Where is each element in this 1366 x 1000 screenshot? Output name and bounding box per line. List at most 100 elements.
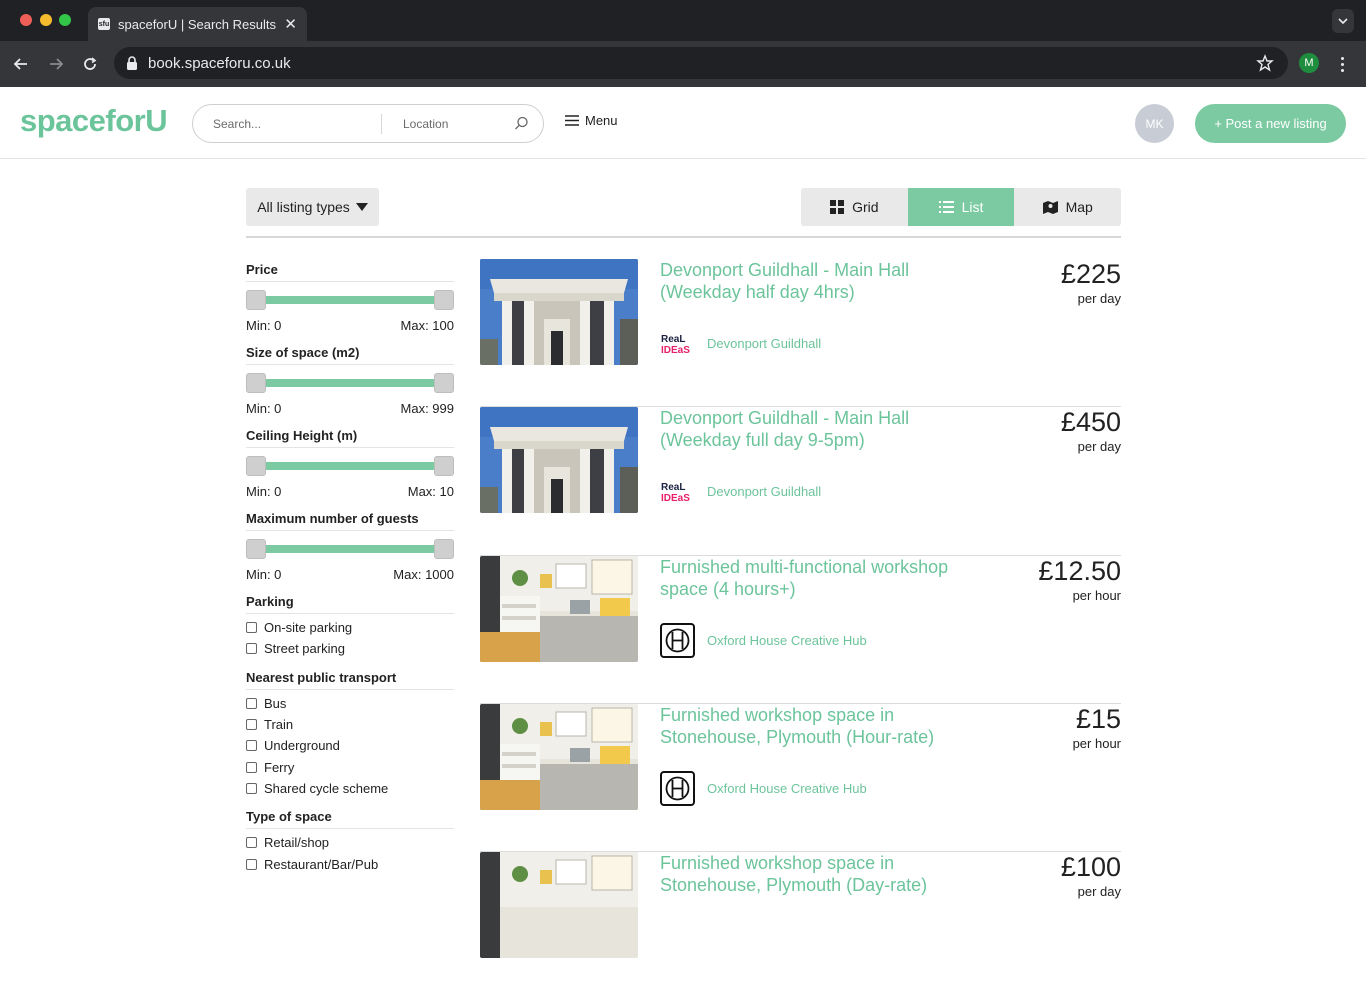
price-unit: per hour (1072, 735, 1121, 751)
price-unit: per hour (1072, 587, 1121, 603)
close-window-button[interactable] (20, 14, 32, 26)
listing-organisation[interactable]: Oxford House Creative Hub (660, 622, 867, 658)
svg-text:IDEaS: IDEaS (661, 345, 690, 355)
tab-search-button[interactable] (1332, 9, 1354, 33)
listing-price: £12.50 per hour (1038, 556, 1121, 603)
search-icon[interactable] (507, 110, 535, 138)
guests-range-slider[interactable] (246, 539, 454, 559)
listing-photo-guildhall[interactable] (480, 407, 638, 514)
checkbox-onsite-parking[interactable]: On-site parking (246, 617, 454, 638)
checkbox-ferry[interactable]: Ferry (246, 756, 454, 777)
tab-close-icon[interactable]: ✕ (284, 17, 297, 32)
listing-item[interactable]: Furnished multi-functional workshop spac… (480, 555, 1121, 704)
caret-down-icon (355, 203, 368, 211)
listing-price: £450 per day (1061, 407, 1121, 454)
favicon-icon: sfu (98, 18, 110, 30)
post-listing-button[interactable]: + Post a new listing (1195, 104, 1346, 143)
listing-title[interactable]: Furnished multi-functional workshop spac… (660, 556, 990, 600)
ceiling-max-handle[interactable] (434, 456, 454, 476)
search-input[interactable]: Search... (193, 105, 381, 142)
checkbox-street-parking[interactable]: Street parking (246, 638, 454, 659)
map-view-button[interactable]: Map (1014, 188, 1121, 226)
listing-organisation[interactable]: ReaL IDEaS Devonport Guildhall (660, 474, 821, 509)
price-min-handle[interactable] (246, 290, 266, 310)
user-avatar[interactable]: MK (1135, 104, 1174, 143)
listing-photo-workshop[interactable] (480, 555, 638, 662)
checkbox-underground[interactable]: Underground (246, 735, 454, 756)
checkbox-label: Retail/shop (264, 835, 330, 851)
checkbox-label: Ferry (264, 759, 295, 775)
listing-type-label: All listing types (257, 199, 350, 215)
listing-title[interactable]: Devonport Guildhall - Main Hall (Weekday… (660, 407, 990, 451)
listing-organisation[interactable]: ReaL IDEaS Devonport Guildhall (660, 326, 821, 361)
menu-button[interactable]: Menu (565, 113, 618, 128)
organisation-name: Oxford House Creative Hub (707, 780, 867, 796)
size-range-slider[interactable] (246, 373, 454, 393)
price-max-handle[interactable] (434, 290, 454, 310)
checkbox-label: Underground (264, 738, 340, 754)
guests-filter-title: Maximum number of guests (246, 511, 454, 531)
profile-avatar[interactable]: M (1299, 53, 1319, 73)
reload-button[interactable] (79, 53, 101, 75)
hamburger-icon (565, 115, 579, 126)
guests-max-value: Max: 1000 (393, 567, 454, 582)
svg-text:ReaL: ReaL (661, 482, 685, 493)
listing-photo-workshop[interactable] (480, 852, 638, 959)
minimize-window-button[interactable] (40, 14, 52, 26)
location-input[interactable]: Location (382, 117, 507, 131)
size-max-handle[interactable] (434, 373, 454, 393)
listing-results: Devonport Guildhall - Main Hall (Weekday… (480, 259, 1121, 1000)
price-min-value: Min: 0 (246, 318, 282, 333)
listing-title[interactable]: Furnished workshop space in Stonehouse, … (660, 852, 990, 896)
forward-button[interactable] (45, 53, 67, 75)
bookmark-star-icon[interactable] (1256, 54, 1274, 72)
maximize-window-button[interactable] (59, 14, 71, 26)
spaceforu-logo[interactable]: spaceforU (20, 103, 168, 139)
chevron-down-icon (1338, 18, 1348, 24)
size-min-handle[interactable] (246, 373, 266, 393)
listing-photo-guildhall[interactable] (480, 259, 638, 365)
price-max-value: Max: 100 (400, 318, 454, 333)
browser-tab[interactable]: sfu spaceforU | Search Results ✕ (88, 7, 307, 41)
list-view-label: List (961, 199, 984, 215)
checkbox-retail-shop[interactable]: Retail/shop (246, 832, 454, 853)
list-view-button[interactable]: List (907, 188, 1015, 226)
grid-view-button[interactable]: Grid (801, 188, 908, 226)
listing-photo-workshop[interactable] (480, 703, 638, 810)
listing-type-dropdown[interactable]: All listing types (246, 188, 379, 226)
grid-icon (830, 200, 845, 214)
checkbox-shared-cycle[interactable]: Shared cycle scheme (246, 778, 454, 799)
list-icon (938, 201, 954, 213)
listing-title[interactable]: Devonport Guildhall - Main Hall (Weekday… (660, 259, 990, 303)
price-amount: £12.50 (1038, 555, 1121, 586)
listing-item[interactable]: Furnished workshop space in Stonehouse, … (480, 703, 1121, 853)
price-range-slider[interactable] (246, 290, 454, 310)
guests-max-handle[interactable] (434, 539, 454, 559)
svg-text:ReaL: ReaL (661, 334, 685, 345)
checkbox-bus[interactable]: Bus (246, 693, 454, 714)
back-button[interactable] (10, 53, 32, 75)
listing-title[interactable]: Furnished workshop space in Stonehouse, … (660, 704, 990, 748)
checkbox-label: Shared cycle scheme (264, 780, 389, 796)
view-toggle: Grid List Map (801, 188, 1121, 226)
guests-min-value: Min: 0 (246, 567, 282, 582)
checkbox-train[interactable]: Train (246, 714, 454, 735)
ceiling-min-handle[interactable] (246, 456, 266, 476)
checkbox-label: Street parking (264, 641, 345, 657)
address-bar[interactable]: book.spaceforu.co.uk (114, 47, 1288, 79)
browser-menu-icon[interactable] (1335, 53, 1349, 75)
transport-filter-title: Nearest public transport (246, 670, 454, 690)
guests-min-handle[interactable] (246, 539, 266, 559)
listing-organisation[interactable]: Oxford House Creative Hub (660, 770, 867, 806)
listing-item[interactable]: Devonport Guildhall - Main Hall (Weekday… (480, 407, 1121, 556)
real-ideas-logo-icon: ReaL IDEaS (660, 326, 695, 361)
checkbox-restaurant-bar-pub[interactable]: Restaurant/Bar/Pub (246, 853, 454, 874)
map-icon (1042, 201, 1058, 214)
reload-icon (84, 57, 97, 70)
organisation-name: Oxford House Creative Hub (707, 632, 867, 648)
listing-item[interactable]: Devonport Guildhall - Main Hall (Weekday… (480, 259, 1121, 408)
listing-item[interactable]: Furnished workshop space in Stonehouse, … (480, 852, 1121, 1000)
price-filter-title: Price (246, 262, 454, 282)
ceiling-range-slider[interactable] (246, 456, 454, 476)
menu-label: Menu (585, 113, 618, 128)
